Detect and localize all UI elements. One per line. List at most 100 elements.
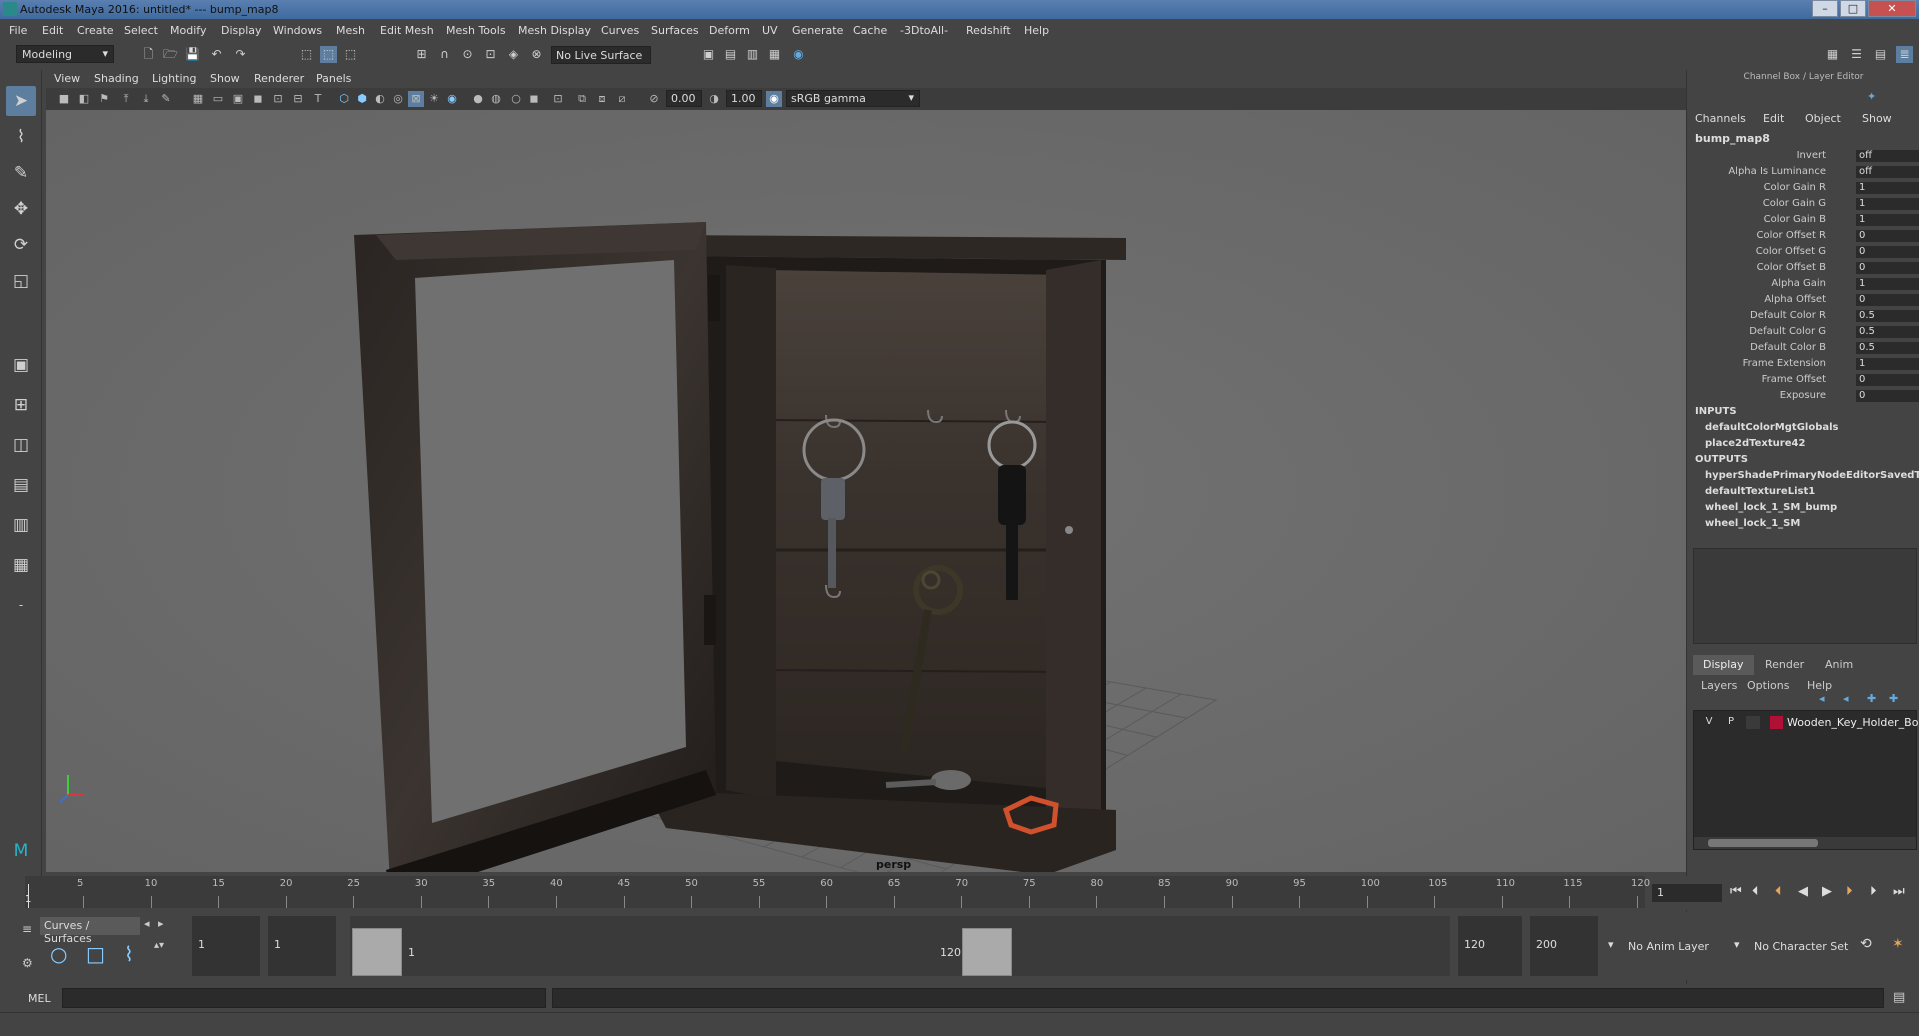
render-frame-icon[interactable]: ▤: [722, 46, 739, 63]
tool-settings-icon[interactable]: ▤: [1872, 46, 1889, 63]
menu-uv[interactable]: UV: [762, 24, 778, 37]
circle-curve-icon[interactable]: ○: [50, 942, 67, 966]
move-layer-up-icon[interactable]: ◂: [1819, 692, 1825, 705]
animation-preferences-icon[interactable]: ✶: [1892, 936, 1904, 952]
play-backward-icon[interactable]: ◀: [1798, 884, 1808, 899]
output-node[interactable]: defaultTextureList1: [1705, 486, 1815, 497]
hypershade-layout-icon[interactable]: ▥: [6, 510, 36, 540]
output-node[interactable]: hyperShadePrimaryNodeEditorSavedT...: [1705, 470, 1919, 481]
menu-select[interactable]: Select: [124, 24, 158, 37]
auto-key-icon[interactable]: ⟲: [1860, 936, 1872, 952]
gamma-icon[interactable]: ◑: [706, 91, 722, 107]
menu-redshift[interactable]: Redshift: [966, 24, 1011, 37]
layer-display-type-toggle[interactable]: [1746, 716, 1760, 729]
use-all-lights-icon[interactable]: ⊠: [408, 91, 424, 107]
attr-color-offset-r[interactable]: Color Offset R0: [1687, 230, 1919, 243]
move-tool-icon[interactable]: ✥: [6, 194, 36, 224]
attr-color-gain-g[interactable]: Color Gain G1: [1687, 198, 1919, 211]
menu-display[interactable]: Display: [221, 24, 262, 37]
cb-tab-show[interactable]: Show: [1862, 112, 1892, 125]
step-forward-key-icon[interactable]: ⏵: [1870, 884, 1877, 899]
motion-blur-icon[interactable]: ●: [470, 91, 486, 107]
panel-menu-show[interactable]: Show: [210, 72, 240, 85]
time-ruler[interactable]: 1 51015202530354045505560657075808590951…: [25, 876, 1650, 908]
key-holder-cabinet[interactable]: [646, 235, 1126, 872]
view-transform-dropdown[interactable]: sRGB gamma ▾: [786, 90, 920, 107]
menu-edit-mesh[interactable]: Edit Mesh: [380, 24, 434, 37]
input-node[interactable]: place2dTexture42: [1705, 438, 1805, 449]
attr-frame-offset[interactable]: Frame Offset 0: [1687, 374, 1919, 387]
menu-3dtoall[interactable]: -3DtoAll-: [900, 24, 948, 37]
color-management-icon[interactable]: ◉: [766, 91, 782, 107]
menu-cache[interactable]: Cache: [853, 24, 887, 37]
xray-components-icon[interactable]: ⧈: [594, 91, 610, 107]
menu-set-dropdown[interactable]: Modeling ▾: [16, 45, 114, 63]
lasso-tool-icon[interactable]: ⌇: [6, 122, 36, 152]
panel-menu-panels[interactable]: Panels: [316, 72, 351, 85]
shelf-prev-icon[interactable]: ◂: [144, 917, 150, 930]
menu-deform[interactable]: Deform: [709, 24, 750, 37]
open-scene-icon[interactable]: 🗁: [162, 46, 179, 63]
layer-menu-help[interactable]: Help: [1807, 679, 1832, 692]
menu-curves[interactable]: Curves: [601, 24, 639, 37]
persp-outliner-layout-icon[interactable]: ◫: [6, 430, 36, 460]
select-object-icon[interactable]: ⬚: [320, 46, 337, 63]
playhead-marker[interactable]: [28, 884, 29, 908]
channel-box-settings-icon[interactable]: ✦: [1867, 90, 1876, 103]
character-set-dropdown[interactable]: No Character Set: [1754, 940, 1848, 953]
input-node[interactable]: defaultColorMgtGlobals: [1705, 422, 1839, 433]
go-to-start-icon[interactable]: ⏮: [1730, 884, 1742, 899]
layer-tab-render[interactable]: Render: [1755, 655, 1814, 675]
playback-end-field[interactable]: 120: [1458, 916, 1522, 976]
xray-joints-icon[interactable]: ⧉: [574, 91, 590, 107]
perspective-viewport[interactable]: persp: [46, 110, 1686, 872]
layer-row[interactable]: V P Wooden_Key_Holder_Bo: [1694, 714, 1918, 732]
backface-culling-icon[interactable]: ⧄: [614, 91, 630, 107]
menu-help[interactable]: Help: [1024, 24, 1049, 37]
undo-icon[interactable]: ↶: [208, 46, 225, 63]
paint-select-tool-icon[interactable]: ✎: [6, 158, 36, 188]
snap-view-icon[interactable]: ⊡: [482, 46, 499, 63]
menu-edit[interactable]: Edit: [42, 24, 63, 37]
command-input[interactable]: [62, 988, 546, 1008]
attr-alpha-gain[interactable]: Alpha Gain 1: [1687, 278, 1919, 291]
ambient-occlusion-icon[interactable]: ◉: [444, 91, 460, 107]
camera-lock-icon[interactable]: ◧: [76, 91, 92, 107]
attr-frame-extension[interactable]: Frame Extension 1: [1687, 358, 1919, 371]
attribute-editor-icon[interactable]: ☰: [1848, 46, 1865, 63]
menu-file[interactable]: File: [9, 24, 27, 37]
safe-title-icon[interactable]: T: [310, 91, 326, 107]
output-node[interactable]: wheel_lock_1_SM: [1705, 518, 1800, 529]
bookmark-icon[interactable]: ⚑: [96, 91, 112, 107]
attr-exposure[interactable]: Exposure 0: [1687, 390, 1919, 403]
anim-layer-dropdown[interactable]: No Anim Layer: [1628, 940, 1709, 953]
exposure-field[interactable]: 0.00: [666, 90, 702, 107]
gate-mask-icon[interactable]: ◼: [250, 91, 266, 107]
attr-color-gain-r[interactable]: Color Gain R1: [1687, 182, 1919, 195]
layer-color-swatch[interactable]: [1770, 716, 1783, 729]
single-perspective-layout-icon[interactable]: ▣: [6, 350, 36, 380]
snap-curve-icon[interactable]: ∩: [436, 46, 453, 63]
selected-node-name[interactable]: bump_map8: [1695, 132, 1770, 145]
snap-vertex-icon[interactable]: ⊗: [528, 46, 545, 63]
render-settings-icon[interactable]: ▣: [700, 46, 717, 63]
shelf-menu-icon[interactable]: ≡: [22, 922, 32, 936]
anti-aliasing-icon[interactable]: ◍: [488, 91, 504, 107]
select-hierarchy-icon[interactable]: ⬚: [298, 46, 315, 63]
exposure-icon[interactable]: ⊘: [646, 91, 662, 107]
playback-start-field[interactable]: 1: [268, 916, 336, 976]
scene-canvas[interactable]: [46, 110, 1686, 872]
hypershade-icon[interactable]: ◉: [790, 46, 807, 63]
save-scene-icon[interactable]: 💾: [184, 46, 201, 63]
cb-tab-edit[interactable]: Edit: [1763, 112, 1784, 125]
attr-color-offset-g[interactable]: Color Offset G0: [1687, 246, 1919, 259]
layer-tab-display[interactable]: Display: [1693, 655, 1754, 675]
snap-surface-icon[interactable]: ◈: [505, 46, 522, 63]
more-layouts-icon[interactable]: -: [6, 590, 36, 620]
menu-create[interactable]: Create: [77, 24, 114, 37]
ep-curve-icon[interactable]: ⌇: [124, 942, 134, 966]
attr-default-color-r[interactable]: Default Color R 0.5: [1687, 310, 1919, 323]
panel-menu-view[interactable]: View: [54, 72, 80, 85]
panel-menu-lighting[interactable]: Lighting: [152, 72, 196, 85]
wireframe-icon[interactable]: ⬡: [336, 91, 352, 107]
